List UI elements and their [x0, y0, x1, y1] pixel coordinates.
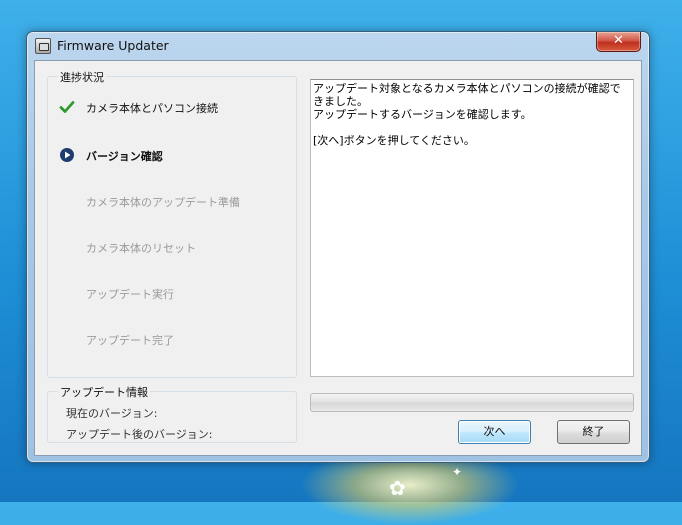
step-update-complete: アップデート完了 [48, 329, 296, 349]
target-version-label: アップデート後のバージョン: [66, 428, 213, 441]
progress-steps-group: 進捗状況 カメラ本体とパソコン接続 バージョン確認 カメラ本体のアップデート準備… [47, 69, 297, 378]
update-info-title: アップデート情報 [58, 384, 150, 400]
update-info-group: アップデート情報 現在のバージョン: アップデート後のバージョン: [47, 384, 297, 443]
current-version-label: 現在のバージョン: [66, 407, 158, 420]
play-circle-icon [60, 148, 74, 162]
client-area: 進捗状況 カメラ本体とパソコン接続 バージョン確認 カメラ本体のアップデート準備… [34, 60, 642, 456]
exit-button[interactable]: 終了 [557, 420, 630, 444]
step-camera-connect: カメラ本体とパソコン接続 [48, 97, 296, 117]
step-label: カメラ本体とパソコン接続 [86, 102, 218, 115]
step-label: カメラ本体のアップデート準備 [86, 196, 240, 209]
message-text-box[interactable]: アップデート対象となるカメラ本体とパソコンの接続が確認できました。 アップデート… [310, 79, 634, 377]
step-version-check: バージョン確認 [48, 145, 296, 165]
app-icon[interactable] [35, 38, 51, 54]
firmware-updater-window: Firmware Updater ✕ 進捗状況 カメラ本体とパソコン接続 バージ… [26, 31, 650, 463]
title-bar[interactable]: Firmware Updater ✕ [27, 32, 649, 60]
close-button[interactable]: ✕ [596, 32, 641, 52]
step-label: アップデート完了 [86, 334, 174, 347]
desktop-flower-icon: ✿ [389, 476, 406, 500]
step-label: アップデート実行 [86, 288, 174, 301]
next-button[interactable]: 次へ [458, 420, 531, 444]
step-label: カメラ本体のリセット [86, 242, 196, 255]
progress-steps-title: 進捗状況 [58, 69, 106, 85]
step-label: バージョン確認 [86, 150, 163, 163]
step-camera-reset: カメラ本体のリセット [48, 237, 296, 257]
step-update-run: アップデート実行 [48, 283, 296, 303]
desktop-sparkle-icon: ✦ [452, 465, 463, 479]
check-icon [59, 101, 75, 113]
update-progress-bar [310, 393, 634, 412]
window-title: Firmware Updater [57, 38, 169, 53]
step-update-prepare: カメラ本体のアップデート準備 [48, 191, 296, 211]
